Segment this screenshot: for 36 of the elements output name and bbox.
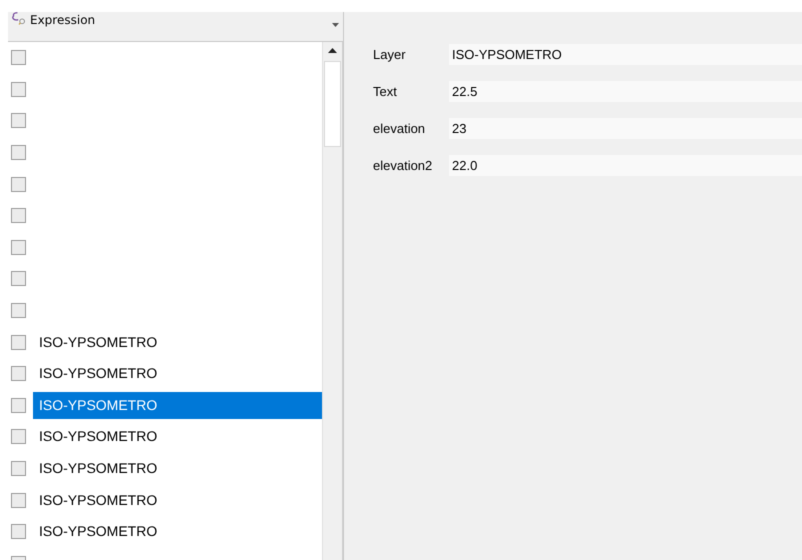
checkbox[interactable] xyxy=(11,82,26,97)
dropdown-caret-icon xyxy=(332,23,339,27)
list-item[interactable]: ISO-YPSOMETRO xyxy=(33,423,322,450)
scroll-thumb[interactable] xyxy=(324,61,341,147)
checkbox[interactable] xyxy=(11,429,26,444)
checkbox[interactable] xyxy=(11,271,26,286)
checkbox[interactable] xyxy=(11,461,26,476)
list-item[interactable]: ISO-YPSOMETRO xyxy=(33,360,322,388)
list-item[interactable]: ISO-YPSOMETRO xyxy=(33,328,322,356)
value-field[interactable]: 22.5 xyxy=(449,81,802,102)
field-label: Text xyxy=(372,84,398,99)
field-label: elevation2 xyxy=(372,158,434,173)
checkbox[interactable] xyxy=(11,145,26,160)
list-item[interactable]: ISO-YPSOMETRO xyxy=(33,392,322,419)
value-field[interactable]: 23 xyxy=(449,118,802,139)
list-item[interactable]: ISO-YPSOMETRO xyxy=(33,486,322,514)
field-label: elevation xyxy=(372,121,426,136)
value-field[interactable]: 22.0 xyxy=(449,155,802,176)
checkbox[interactable] xyxy=(11,524,26,540)
field-label: Layer xyxy=(372,47,407,62)
list-item[interactable]: ISO-YPSOMETRO xyxy=(33,455,322,482)
expression-combo[interactable]: Expression xyxy=(8,12,343,42)
checkbox[interactable] xyxy=(11,334,26,350)
checkbox[interactable] xyxy=(11,113,26,128)
checkbox[interactable] xyxy=(11,492,26,508)
checkbox[interactable] xyxy=(11,50,26,66)
splitter-handle[interactable] xyxy=(343,12,350,560)
checkbox[interactable] xyxy=(11,303,26,318)
checkbox[interactable] xyxy=(11,366,26,382)
value-field[interactable]: ISO-YPSOMETRO xyxy=(449,44,802,65)
list-item[interactable]: ISO-YPSOMETRO xyxy=(33,518,322,546)
checkbox[interactable] xyxy=(11,398,26,413)
checkbox[interactable] xyxy=(11,176,26,192)
checkbox[interactable] xyxy=(11,240,26,255)
scrollbar[interactable] xyxy=(322,42,342,560)
checkbox[interactable] xyxy=(11,208,26,224)
